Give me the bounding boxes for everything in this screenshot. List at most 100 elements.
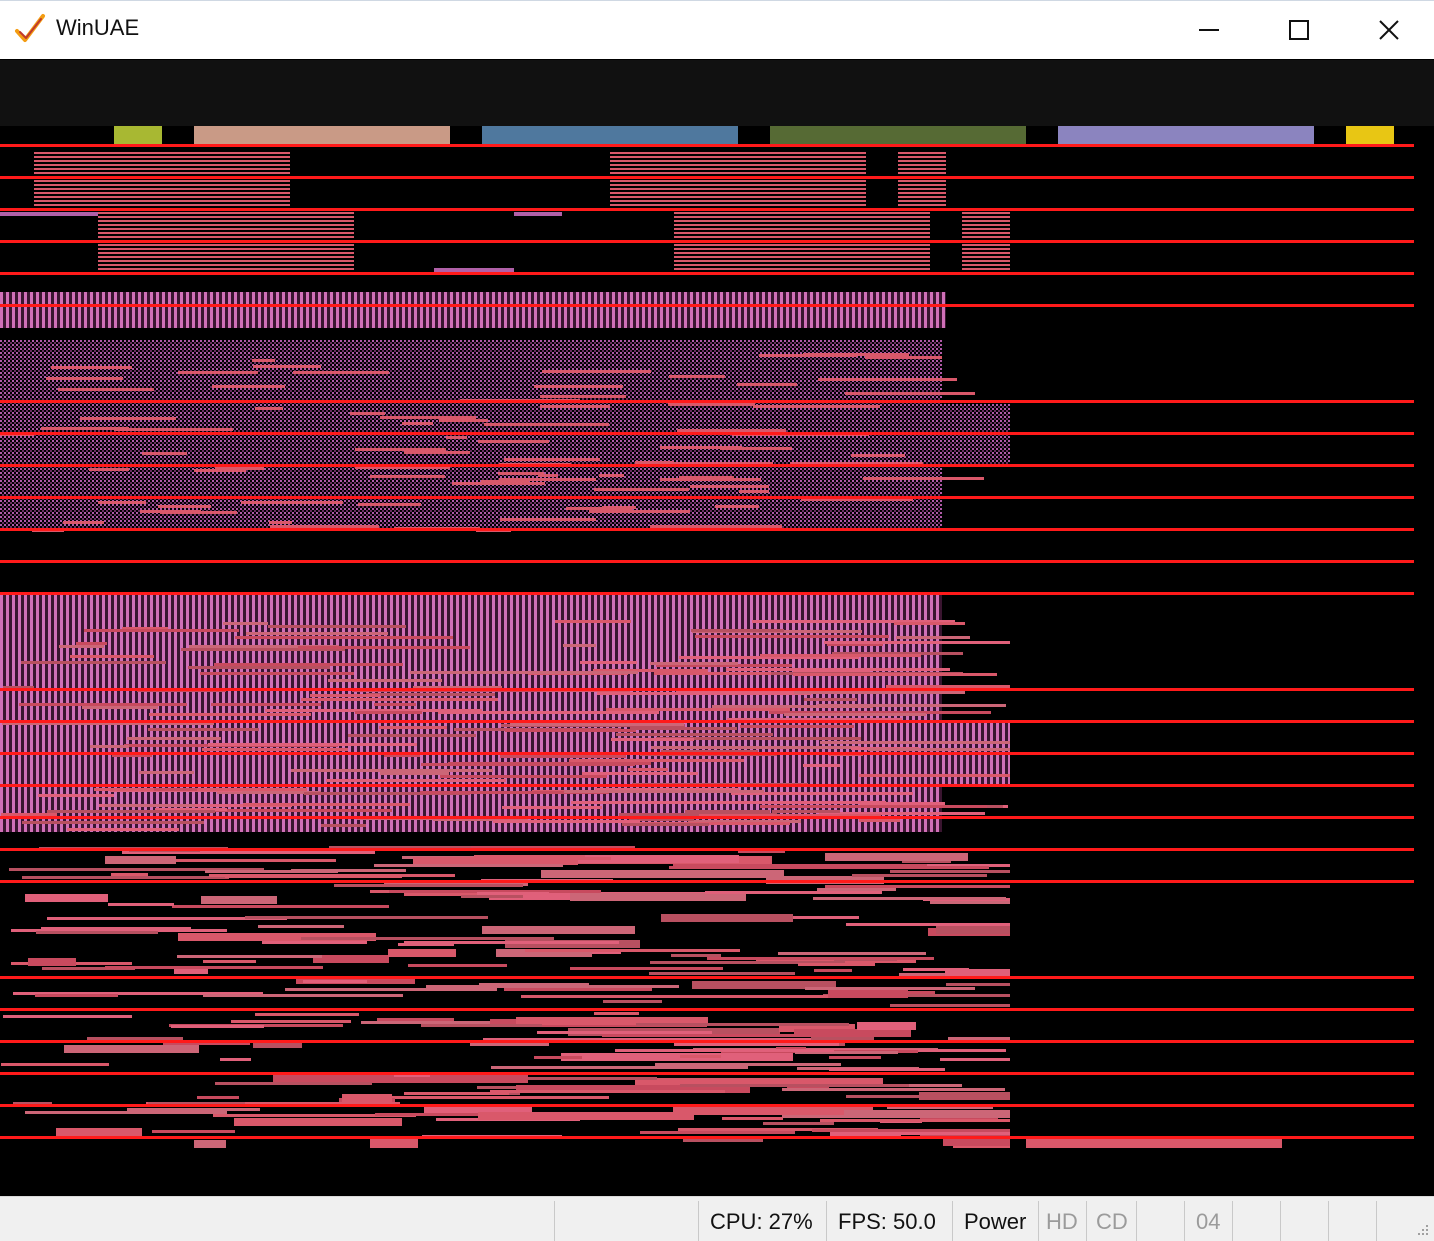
glitch-bar xyxy=(234,1118,402,1126)
glitch-bar xyxy=(408,964,507,967)
glitch-bar xyxy=(104,804,195,807)
glitch-bar xyxy=(824,641,1010,644)
fps-counter: FPS: 50.0 xyxy=(838,1209,936,1234)
scanline xyxy=(0,272,1414,275)
close-button[interactable] xyxy=(1344,1,1434,59)
glitch-bar xyxy=(534,1056,582,1059)
glitch-bar xyxy=(111,873,148,876)
glitch-bar xyxy=(258,925,344,928)
glitch-bar xyxy=(651,746,860,749)
glitch-bar xyxy=(715,505,759,508)
glitch-bar xyxy=(570,893,746,901)
glitch-bar xyxy=(208,743,417,746)
glitch-bar xyxy=(370,475,445,478)
glitch-bar xyxy=(829,1056,881,1059)
glitch-bar xyxy=(149,713,311,716)
glitch-bar xyxy=(245,916,488,919)
scanline xyxy=(0,976,1414,979)
glitch-bar xyxy=(139,771,194,774)
cpu-usage: CPU: 27% xyxy=(710,1209,813,1234)
glitch-bar xyxy=(80,417,176,420)
scanline xyxy=(0,560,1414,563)
glitch-bar xyxy=(90,745,129,748)
glitch-bar xyxy=(310,694,380,697)
glitch-bar xyxy=(805,987,975,990)
glitch-bar xyxy=(845,392,975,395)
hd-indicator[interactable]: HD xyxy=(1046,1209,1078,1235)
glitch-bar xyxy=(502,518,596,521)
glitch-bar xyxy=(772,810,840,813)
glitch-bar xyxy=(798,963,875,966)
glitch-bar xyxy=(886,685,1010,688)
glitch-bar xyxy=(334,884,523,887)
glitch-bar xyxy=(203,994,403,997)
glitch-bar xyxy=(301,698,498,701)
glitch-bar xyxy=(943,1138,1010,1146)
glitch-bar xyxy=(195,371,258,374)
glitch-bar xyxy=(948,1037,1010,1040)
glitch-bar xyxy=(269,521,292,524)
color-block xyxy=(114,126,162,144)
glitch-bar xyxy=(563,644,596,647)
drive-track-indicator[interactable]: 04 xyxy=(1196,1209,1220,1235)
glitch-bar xyxy=(671,954,721,957)
glitch-bar xyxy=(350,412,385,415)
glitch-bar xyxy=(200,851,375,854)
glitch-bar xyxy=(868,748,1010,751)
glitch-bar xyxy=(46,377,123,380)
glitch-bar xyxy=(194,1140,226,1148)
emulator-screen-canvas xyxy=(0,60,1434,1196)
color-block xyxy=(482,126,738,144)
glitch-bar xyxy=(246,632,388,635)
glitch-bar xyxy=(440,775,607,778)
glitch-bar xyxy=(202,748,348,751)
maximize-button[interactable] xyxy=(1254,1,1344,59)
glitch-bar xyxy=(677,429,786,432)
minimize-button[interactable] xyxy=(1164,1,1254,59)
glitch-bar xyxy=(890,1004,1010,1007)
title-bar[interactable]: WinUAE xyxy=(0,0,1434,59)
glitch-bar xyxy=(597,692,811,695)
resize-grip-icon[interactable] xyxy=(1416,1223,1430,1237)
glitch-bar xyxy=(936,926,1010,934)
glitch-bar xyxy=(67,828,179,831)
glitch-bar xyxy=(594,488,689,491)
glitch-bar xyxy=(803,353,909,356)
glitch-bar xyxy=(1,813,57,816)
glitch-bar xyxy=(720,447,792,450)
scanline xyxy=(0,784,1414,787)
maximize-icon xyxy=(1289,20,1309,40)
power-indicator[interactable]: Power xyxy=(964,1209,1026,1235)
glitch-bar xyxy=(255,1013,359,1016)
glitch-bar xyxy=(293,371,389,374)
glitch-bar xyxy=(534,385,623,388)
glitch-bar xyxy=(793,673,997,676)
glitch-bar xyxy=(570,967,723,970)
scanline xyxy=(0,752,1414,755)
glitch-bar xyxy=(510,723,684,726)
glitch-bar xyxy=(446,436,467,439)
glitch-bar xyxy=(19,703,187,706)
glitch-line xyxy=(434,268,514,272)
status-separator xyxy=(826,1201,827,1241)
glitch-bar xyxy=(205,870,338,873)
glitch-bar xyxy=(380,772,449,775)
cd-indicator[interactable]: CD xyxy=(1096,1209,1128,1235)
glitch-bar xyxy=(114,428,233,431)
glitch-bar xyxy=(811,1037,874,1040)
glitch-bar xyxy=(829,1068,945,1071)
glitch-bar xyxy=(726,668,950,671)
glitch-bar xyxy=(794,1029,911,1037)
scanline xyxy=(0,1072,1414,1075)
glitch-bar xyxy=(537,1031,712,1034)
glitch-bar xyxy=(673,864,927,867)
scanline xyxy=(0,1040,1414,1043)
scanline xyxy=(0,176,1414,179)
glitch-bar xyxy=(490,1090,725,1093)
glitch-bar xyxy=(852,874,987,877)
emulator-display[interactable] xyxy=(0,60,1434,1196)
glitch-bar xyxy=(930,901,1010,904)
glitch-bar xyxy=(87,1037,183,1040)
scanline xyxy=(0,496,1414,499)
glitch-bar xyxy=(817,888,896,891)
